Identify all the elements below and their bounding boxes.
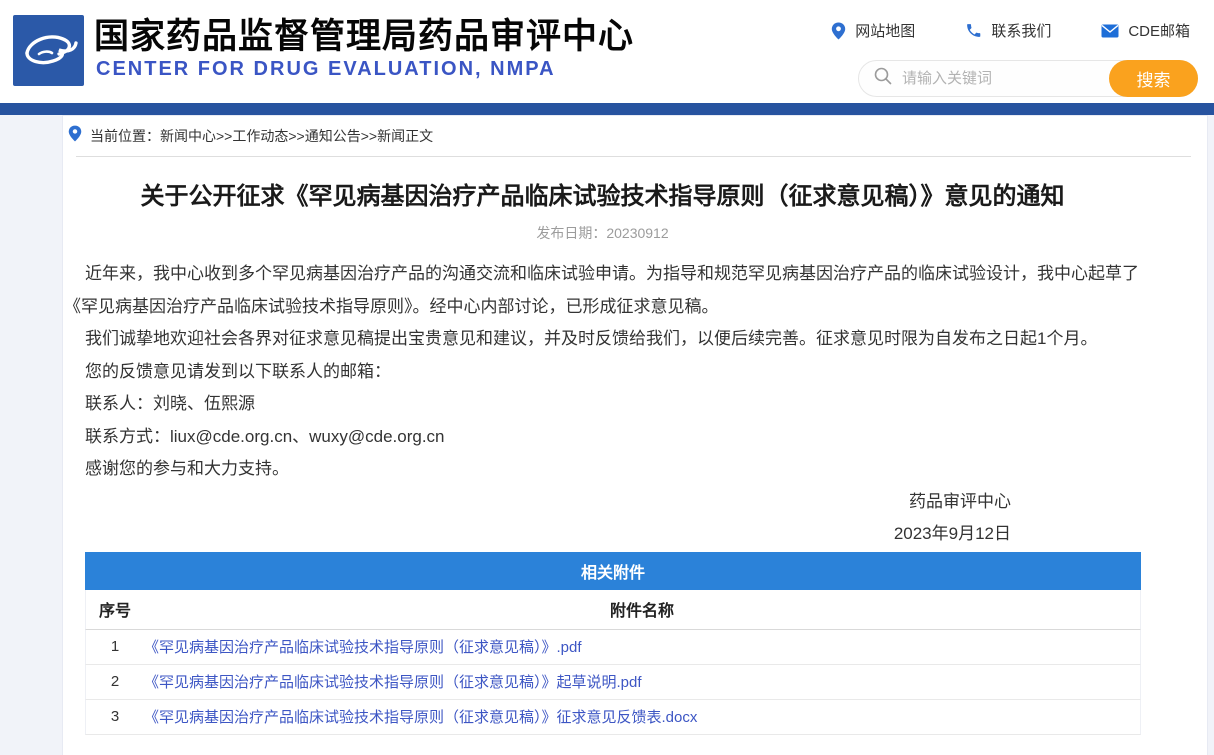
publish-date: 发布日期：20230912 — [64, 223, 1141, 243]
signature-date: 2023年9月12日 — [64, 518, 1011, 551]
signature-org: 药品审评中心 — [64, 486, 1011, 519]
site-title-chinese: 国家药品监督管理局药品审评中心 — [94, 8, 634, 59]
envelope-icon — [1101, 24, 1119, 38]
content-card: 当前位置：新闻中心>>工作动态>>通知公告>>新闻正文 关于公开征求《罕见病基因… — [62, 115, 1208, 755]
article-body: 近年来，我中心收到多个罕见病基因治疗产品的沟通交流和临床试验申请。为指导和规范罕… — [64, 258, 1141, 486]
breadcrumb-item-article[interactable]: 新闻正文 — [377, 128, 433, 144]
cde-logo — [13, 15, 84, 86]
contact-person-line: 联系人：刘晓、伍熙源 — [64, 388, 1141, 421]
attachment-seq: 3 — [86, 708, 144, 725]
site-header: 国家药品监督管理局药品审评中心 CENTER FOR DRUG EVALUATI… — [0, 0, 1214, 103]
breadcrumb-divider — [76, 156, 1191, 157]
breadcrumb-separator: >> — [288, 128, 304, 144]
nav-strip — [0, 103, 1214, 115]
site-title-english: CENTER FOR DRUG EVALUATION, NMPA — [96, 58, 556, 81]
table-row: 2 《罕见病基因治疗产品临床试验技术指导原则（征求意见稿）》起草说明.pdf — [85, 665, 1141, 700]
attachments-panel-title: 相关附件 — [85, 552, 1141, 590]
attachments-table: 相关附件 序号 附件名称 1 《罕见病基因治疗产品临床试验技术指导原则（征求意见… — [85, 552, 1141, 735]
search-input[interactable] — [892, 70, 1109, 87]
breadcrumb-item-notices[interactable]: 通知公告 — [305, 128, 361, 144]
search-icon — [874, 67, 892, 90]
cde-mailbox-link[interactable]: CDE邮箱 — [1101, 20, 1190, 41]
breadcrumb-item-news-center[interactable]: 新闻中心 — [160, 128, 216, 144]
attachment-seq: 2 — [86, 673, 144, 690]
breadcrumb-separator: >> — [216, 128, 232, 144]
attachments-column-headers: 序号 附件名称 — [85, 590, 1141, 630]
contact-us-link[interactable]: 联系我们 — [965, 20, 1051, 41]
signature-block: 药品审评中心 2023年9月12日 — [64, 486, 1141, 551]
column-header-seq: 序号 — [86, 597, 144, 621]
paragraph: 您的反馈意见请发到以下联系人的邮箱： — [64, 356, 1141, 389]
location-pin-icon — [831, 22, 846, 40]
header-quick-links: 网站地图 联系我们 CDE邮箱 — [831, 20, 1190, 41]
paragraph: 感谢您的参与和大力支持。 — [64, 453, 1141, 486]
column-header-name: 附件名称 — [144, 597, 1140, 621]
search-button[interactable]: 搜索 — [1109, 60, 1198, 97]
attachment-link-pdf[interactable]: 《罕见病基因治疗产品临床试验技术指导原则（征求意见稿）》.pdf — [144, 639, 582, 656]
paragraph: 近年来，我中心收到多个罕见病基因治疗产品的沟通交流和临床试验申请。为指导和规范罕… — [64, 258, 1141, 323]
article-title: 关于公开征求《罕见病基因治疗产品临床试验技术指导原则（征求意见稿）》意见的通知 — [64, 182, 1141, 212]
table-row: 1 《罕见病基因治疗产品临床试验技术指导原则（征求意见稿）》.pdf — [85, 630, 1141, 665]
sitemap-link[interactable]: 网站地图 — [831, 20, 915, 41]
breadcrumb-item-work-trends[interactable]: 工作动态 — [232, 128, 288, 144]
phone-icon — [965, 22, 982, 39]
cde-mailbox-label: CDE邮箱 — [1128, 20, 1190, 41]
contact-email-line: 联系方式：liux@cde.org.cn、wuxy@cde.org.cn — [64, 421, 1141, 454]
breadcrumb-text: 当前位置：新闻中心>>工作动态>>通知公告>>新闻正文 — [90, 126, 433, 146]
article: 关于公开征求《罕见病基因治疗产品临床试验技术指导原则（征求意见稿）》意见的通知 … — [63, 182, 1207, 551]
table-row: 3 《罕见病基因治疗产品临床试验技术指导原则（征求意见稿）》征求意见反馈表.do… — [85, 700, 1141, 735]
contact-us-label: 联系我们 — [991, 20, 1051, 41]
breadcrumb: 当前位置：新闻中心>>工作动态>>通知公告>>新闻正文 — [63, 116, 1207, 156]
breadcrumb-pin-icon — [68, 125, 82, 147]
search-bar: 搜索 — [858, 60, 1198, 97]
sitemap-label: 网站地图 — [855, 20, 915, 41]
attachment-seq: 1 — [86, 638, 144, 655]
paragraph: 我们诚挚地欢迎社会各界对征求意见稿提出宝贵意见和建议，并及时反馈给我们，以便后续… — [64, 323, 1141, 356]
breadcrumb-prefix: 当前位置： — [90, 128, 160, 144]
attachment-link-drafting-notes-pdf[interactable]: 《罕见病基因治疗产品临床试验技术指导原则（征求意见稿）》起草说明.pdf — [144, 674, 642, 691]
attachment-link-feedback-form-docx[interactable]: 《罕见病基因治疗产品临床试验技术指导原则（征求意见稿）》征求意见反馈表.docx — [144, 709, 697, 726]
breadcrumb-separator: >> — [361, 128, 377, 144]
